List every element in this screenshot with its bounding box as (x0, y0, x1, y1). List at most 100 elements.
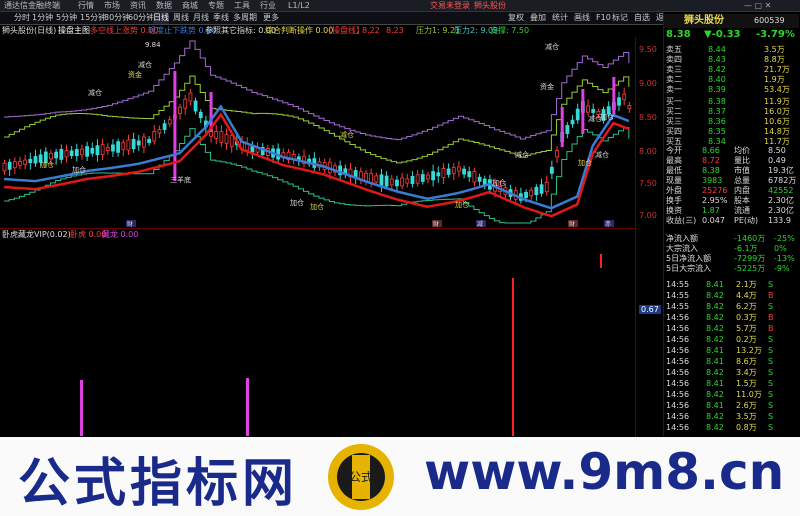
menu-zhuanti[interactable]: 专题 (208, 0, 224, 11)
tick-row-cell: 14:55 (666, 280, 690, 289)
menu-shuju[interactable]: 数据 (156, 0, 172, 11)
stat-row-cell: 1.87 (702, 206, 720, 215)
signal-label: 三羊底 (170, 175, 191, 184)
bottom-marker-label: 财 (127, 220, 133, 227)
tab-30min[interactable]: 30分钟 (104, 12, 130, 24)
tick-row-cell: 14:56 (666, 346, 690, 355)
stat-row-cell: 8.72 (702, 156, 720, 165)
price-change-pct: -3.79% (756, 29, 795, 40)
login-status[interactable]: 交易未登录 (430, 0, 470, 11)
axis-tick: 7.50 (639, 179, 657, 188)
tick-row-cell: S (768, 335, 774, 344)
menu-hangye[interactable]: 行业 (260, 0, 276, 11)
sell-row-cell: 8.8万 (764, 55, 785, 64)
candle (214, 131, 219, 139)
tab-weekly[interactable]: 周线 (173, 12, 189, 24)
biaoji-button[interactable]: 标记 (612, 12, 628, 24)
stat-row-cell: 6782万 (768, 176, 797, 185)
tab-15min[interactable]: 15分钟 (80, 12, 106, 24)
candlestick-chart[interactable]: 资金减仓减仓加仓加仓三羊底减仓减仓加仓 加仓资金减仓加仓加仓减仓加仓加仓减仓9.8… (0, 37, 635, 227)
menu-l1l2[interactable]: L1/L2 (288, 0, 310, 11)
menu-gongju[interactable]: 工具 (234, 0, 250, 11)
flow-row-cell: 0% (774, 244, 787, 253)
tab-multi-period[interactable]: 多周期 (233, 12, 257, 24)
window-controls[interactable]: — ▢ ✕ (744, 0, 771, 11)
tongji-button[interactable]: 统计 (552, 12, 568, 24)
tick-row-cell: 0.3万 (736, 313, 757, 322)
signal-bar (80, 380, 83, 436)
candle (364, 172, 368, 182)
tab-fenshi[interactable]: 分时 (14, 12, 30, 24)
candle (544, 181, 549, 193)
buy-row: 买三 8.36 10.6万 (664, 117, 799, 127)
stat-row-cell: 42552 (768, 186, 794, 195)
stat-row-cell: 换资 (666, 206, 682, 215)
sell-row-cell: 8.44 (708, 45, 726, 54)
flow-row: 5日净流入额 -7299万 -13% (664, 254, 799, 264)
diejia-button[interactable]: 叠加 (530, 12, 546, 24)
stat-row-cell: 换手 (666, 196, 682, 205)
tick-row: 14:56 8.42 0.8万 S (664, 423, 799, 433)
banner-left-text: 公式指标网 (18, 454, 299, 514)
candle (420, 174, 425, 182)
menu-hangqing[interactable]: 行情 (78, 0, 94, 11)
signal-label: 加仓 (492, 178, 506, 187)
candle (95, 145, 100, 156)
stat-row: 换手 2.95% 股本 2.30亿 (664, 196, 799, 206)
candle (2, 162, 7, 172)
signal-label: 加仓 (310, 202, 324, 211)
menu-shangcheng[interactable]: 商城 (182, 0, 198, 11)
tick-row-cell: S (768, 368, 774, 377)
candle (162, 123, 167, 130)
tab-5min[interactable]: 5分钟 (56, 12, 77, 24)
candle (534, 186, 539, 196)
spike-candle (560, 107, 564, 147)
candle (12, 161, 17, 169)
fuquan-button[interactable]: 复权 (508, 12, 524, 24)
quote-panel: 狮头股份 600539 8.38 ▼-0.33 -3.79% 卖五 8.44 3.5… (663, 12, 800, 436)
stat-row: 最高 8.72 量比 0.49 (664, 156, 799, 166)
tick-row-cell: B (768, 324, 774, 333)
flow-row-cell: -5225万 (734, 264, 766, 273)
stat-row-cell: 19.3亿 (768, 166, 794, 175)
indicator-value-7: 8.23 (386, 26, 404, 35)
huaxian-button[interactable]: 画线 (574, 12, 590, 24)
tab-daily[interactable]: 日线 (153, 12, 169, 24)
sell-row: 卖三 8.42 21.7万 (664, 65, 799, 75)
tab-1min[interactable]: 1分钟 (32, 12, 53, 24)
candle (193, 100, 198, 112)
tick-row: 14:56 8.42 3.5万 S (664, 412, 799, 422)
candle (524, 191, 528, 199)
title-bar: 通达信金融终端 行情 市场 资讯 数据 商城 专题 工具 行业 L1/L2 交易… (0, 0, 800, 12)
bottom-marker-label: 财 (433, 220, 439, 227)
tick-row: 14:56 8.42 3.4万 S (664, 368, 799, 378)
signal-label: 减仓 (588, 114, 602, 123)
peak-price-label: 9.84 (145, 41, 161, 49)
menu-zixun[interactable]: 资讯 (130, 0, 146, 11)
signal-label: 减仓 (545, 42, 559, 51)
zixuan-button[interactable]: 自选 (634, 12, 650, 24)
candle (622, 93, 627, 101)
tick-row-cell: S (768, 401, 774, 410)
menu-shichang[interactable]: 市场 (104, 0, 120, 11)
formula-name[interactable]: 操盘主图 (58, 25, 90, 37)
tab-quarterly[interactable]: 季线 (213, 12, 229, 24)
candle (400, 177, 405, 187)
candle (23, 159, 28, 165)
tab-monthly[interactable]: 月线 (193, 12, 209, 24)
candle (570, 119, 575, 125)
candle (395, 179, 399, 187)
volume-indicator-chart[interactable] (0, 240, 635, 436)
buy-row: 买一 8.38 11.9万 (664, 97, 799, 107)
candle (59, 148, 64, 160)
stat-row-cell: 最低 (666, 166, 682, 175)
sell-row-cell: 8.39 (708, 85, 726, 94)
signal-bar (600, 254, 602, 268)
sell-row-cell: 3.5万 (764, 45, 785, 54)
tick-row-cell: 14:55 (666, 302, 690, 311)
tab-more[interactable]: 更多 (263, 12, 279, 24)
sell-row-cell: 53.4万 (764, 85, 790, 94)
f10-button[interactable]: F10 (596, 12, 611, 24)
buy-row-cell: 买二 (666, 107, 682, 116)
tab-60min[interactable]: 60分钟 (128, 12, 154, 24)
